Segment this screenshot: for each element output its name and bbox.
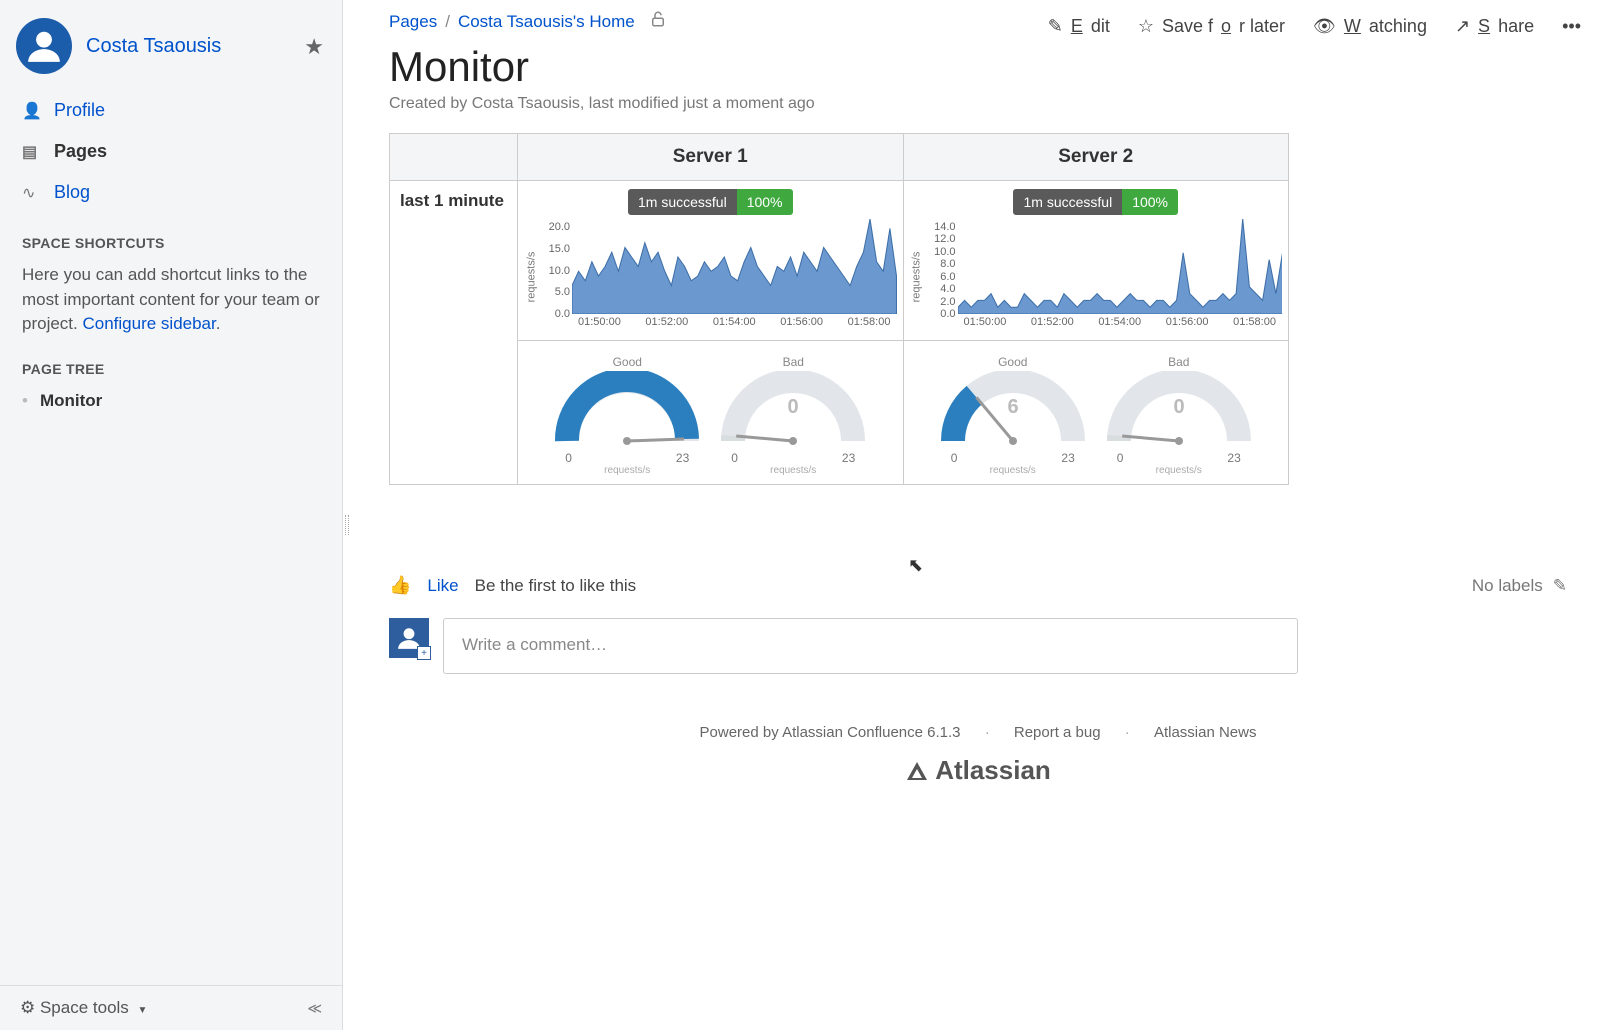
row-label: last 1 minute bbox=[390, 181, 518, 485]
sidebar-nav: 👤 Profile ▤ Pages ∿ Blog bbox=[0, 84, 342, 227]
svg-text:0: 0 bbox=[1173, 396, 1184, 418]
space-tools-button[interactable]: ⚙ Space tools ▼ bbox=[20, 998, 147, 1018]
sidebar: Costa Tsaousis ★ 👤 Profile ▤ Pages ∿ Blog SPA… bbox=[0, 0, 343, 1030]
svg-text:22: 22 bbox=[616, 396, 638, 418]
configure-sidebar-link[interactable]: Configure sidebar bbox=[82, 314, 215, 333]
no-labels-text: No labels bbox=[1472, 576, 1543, 596]
gauge-bad: Bad 0 023 requests/s bbox=[1099, 355, 1259, 476]
comment-row: Write a comment… bbox=[349, 596, 1607, 674]
page-tree: Monitor bbox=[0, 385, 342, 417]
gauge-good: Good 6 023 requests/s bbox=[933, 355, 1093, 476]
sidebar-item-profile[interactable]: 👤 Profile bbox=[0, 90, 342, 131]
tree-item[interactable]: Monitor bbox=[22, 385, 320, 417]
sidebar-footer: ⚙ Space tools ▼ ≪ bbox=[0, 985, 342, 1030]
comment-input[interactable]: Write a comment… bbox=[443, 618, 1298, 674]
sidebar-shortcuts-text: Here you can add shortcut links to the m… bbox=[0, 259, 342, 353]
edit-button[interactable]: ✎ Edit bbox=[1048, 16, 1110, 37]
sidebar-item-label: Blog bbox=[54, 182, 90, 203]
page-title: Monitor bbox=[389, 43, 1567, 91]
sidebar-shortcuts-title: SPACE SHORTCUTS bbox=[0, 227, 342, 259]
col-server-2: Server 2 bbox=[903, 134, 1289, 181]
space-avatar[interactable] bbox=[16, 18, 72, 74]
gauge-bad: Bad 0 023 requests/s bbox=[713, 355, 873, 476]
space-name-link[interactable]: Costa Tsaousis bbox=[86, 35, 221, 58]
page-actions: ✎ Edit ☆ Save for later 👁 Watching ↗ Sha… bbox=[1048, 16, 1581, 37]
global-footer: Powered by Atlassian Confluence 6.1.3 · … bbox=[349, 724, 1607, 786]
gauge-cell-1: Good 22 023 requests/s Bad 0 023 request… bbox=[518, 341, 904, 485]
table-corner bbox=[390, 134, 518, 181]
breadcrumb-page[interactable]: Costa Tsaousis's Home bbox=[458, 12, 635, 32]
svg-text:6: 6 bbox=[1007, 396, 1018, 418]
watching-button[interactable]: 👁 Watching bbox=[1313, 16, 1427, 37]
area-chart: requests/s 14.012.010.08.06.04.02.00.0 0… bbox=[910, 219, 1283, 334]
atlassian-logo[interactable]: Atlassian bbox=[349, 755, 1607, 786]
share-button[interactable]: ↗ Share bbox=[1455, 16, 1534, 37]
person-icon bbox=[25, 27, 63, 65]
edit-labels-icon[interactable]: ✎ bbox=[1553, 576, 1567, 596]
sidebar-tree-title: PAGE TREE bbox=[0, 353, 342, 385]
footer-bug[interactable]: Report a bug bbox=[1014, 724, 1101, 741]
star-icon[interactable]: ★ bbox=[304, 34, 324, 60]
thumbs-up-icon[interactable]: 👍 bbox=[389, 575, 411, 596]
sidebar-item-blog[interactable]: ∿ Blog bbox=[0, 172, 342, 213]
person-icon bbox=[396, 625, 422, 651]
footer-powered[interactable]: Powered by Atlassian Confluence 6.1.3 bbox=[700, 724, 961, 741]
sidebar-item-label: Profile bbox=[54, 100, 105, 121]
pages-icon: ▤ bbox=[22, 142, 44, 162]
chart-cell-1: 1m successful100% requests/s 20.015.010.… bbox=[518, 181, 904, 341]
gauge-cell-2: Good 6 023 requests/s Bad 0 023 requests… bbox=[903, 341, 1289, 485]
comment-avatar[interactable] bbox=[389, 618, 429, 658]
rss-icon: ∿ bbox=[22, 183, 44, 203]
area-chart: requests/s 20.015.010.05.00.0 01:50:0001… bbox=[524, 219, 897, 334]
more-actions-button[interactable]: ••• bbox=[1562, 16, 1581, 37]
person-icon: 👤 bbox=[22, 101, 44, 121]
labels-area: No labels ✎ bbox=[1472, 576, 1567, 596]
save-for-later-button[interactable]: ☆ Save for later bbox=[1138, 16, 1285, 37]
main: Pages / Costa Tsaousis's Home ✎ Edit ☆ S… bbox=[349, 0, 1607, 1030]
sidebar-item-pages[interactable]: ▤ Pages bbox=[0, 131, 342, 172]
status-badge: 1m successful100% bbox=[628, 189, 793, 215]
status-badge: 1m successful100% bbox=[1013, 189, 1178, 215]
breadcrumb-root[interactable]: Pages bbox=[389, 12, 437, 32]
col-server-1: Server 1 bbox=[518, 134, 904, 181]
monitor-table: Server 1 Server 2 last 1 minute 1m succe… bbox=[389, 133, 1289, 485]
page-header: Pages / Costa Tsaousis's Home ✎ Edit ☆ S… bbox=[349, 0, 1607, 133]
svg-text:0: 0 bbox=[788, 396, 799, 418]
atlassian-icon bbox=[905, 759, 929, 783]
be-first-text: Be the first to like this bbox=[475, 576, 637, 596]
like-link[interactable]: Like bbox=[427, 576, 458, 596]
collapse-sidebar-icon[interactable]: ≪ bbox=[307, 1000, 322, 1017]
page-byline: Created by Costa Tsaousis, last modified… bbox=[389, 95, 1567, 133]
like-area: 👍 Like Be the first to like this bbox=[389, 575, 636, 596]
page-content: Server 1 Server 2 last 1 minute 1m succe… bbox=[349, 133, 1607, 485]
page-footer-bar: 👍 Like Be the first to like this No labe… bbox=[349, 485, 1607, 596]
footer-news[interactable]: Atlassian News bbox=[1154, 724, 1257, 741]
sidebar-header: Costa Tsaousis ★ bbox=[0, 0, 342, 84]
gauge-good: Good 22 023 requests/s bbox=[547, 355, 707, 476]
sidebar-resizer[interactable] bbox=[343, 0, 349, 1030]
chart-cell-2: 1m successful100% requests/s 14.012.010.… bbox=[903, 181, 1289, 341]
unlock-icon[interactable] bbox=[649, 10, 667, 33]
sidebar-item-label: Pages bbox=[54, 141, 107, 162]
